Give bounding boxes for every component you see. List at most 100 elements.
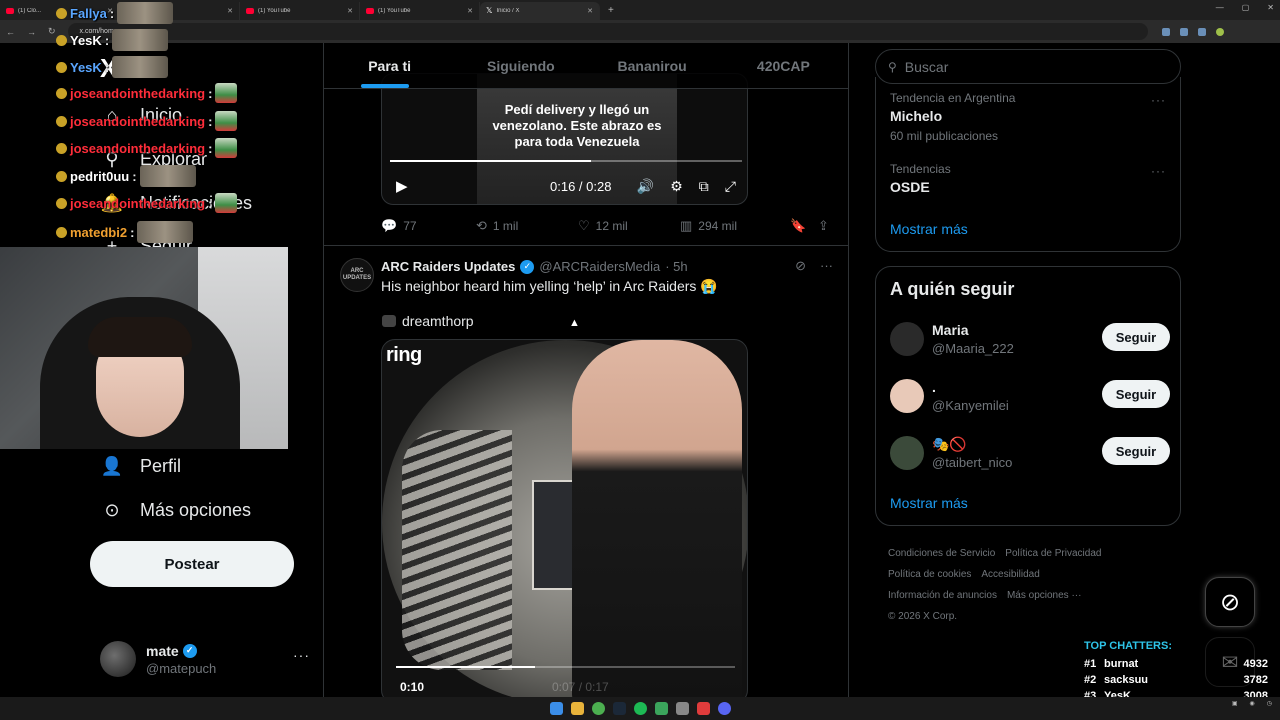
follow-suggestion[interactable]: . @Kanyemilei Seguir (890, 376, 1170, 416)
chat-message: pedrit0uu: (56, 165, 196, 187)
views-button[interactable]: ▥ 294 mil (680, 218, 790, 234)
app-icon[interactable] (675, 702, 689, 715)
like-button[interactable]: ♡ 12 mil (578, 218, 680, 234)
file-explorer-icon[interactable] (570, 702, 584, 715)
play-icon[interactable]: ▶ (396, 177, 408, 195)
spotify-icon[interactable] (633, 702, 647, 715)
browser-tab-active[interactable]: 𝕏 Inicio / X ✕ (480, 2, 600, 20)
avatar[interactable]: ARC UPDATES (340, 258, 374, 292)
sidebar-item-profile[interactable]: 👤 Perfil (100, 456, 181, 477)
tweet-author-name[interactable]: ARC Raiders Updates (381, 259, 515, 274)
tweet-video-player[interactable]: Pedí delivery y llegó un venezolano. Est… (381, 73, 748, 205)
bookmark-button[interactable]: 🔖 (790, 218, 818, 234)
discord-icon[interactable] (717, 702, 731, 715)
new-tab-button[interactable]: + (600, 5, 622, 16)
footer-link[interactable]: Condiciones de Servicio (888, 548, 995, 559)
footer-link[interactable]: Accesibilidad (981, 569, 1039, 580)
follow-button[interactable]: Seguir (1102, 437, 1170, 465)
tab-para-ti[interactable]: Para ti (324, 43, 455, 88)
chat-badge-icon (56, 34, 67, 46)
fullscreen-icon[interactable]: ⤢ (725, 178, 736, 195)
app-icon[interactable] (696, 702, 710, 715)
sidebar-item-label: Perfil (140, 456, 182, 476)
tweet-text: His neighbor heard him yelling ‘help’ in… (381, 278, 718, 294)
follow-button[interactable]: Seguir (1102, 323, 1170, 351)
show-more-link[interactable]: Mostrar más (890, 221, 968, 237)
footer-link[interactable]: Política de Privacidad (1005, 548, 1101, 559)
footer-link[interactable]: Más opciones ··· (1007, 590, 1081, 601)
avatar[interactable] (890, 322, 924, 356)
right-sidebar: Tendencia en Argentina Michelo 60 mil pu… (849, 43, 1280, 720)
more-icon[interactable]: ··· (1151, 93, 1166, 107)
youtube-icon (366, 8, 374, 14)
video-faint-time: 0:07 / 0:17 (552, 680, 609, 694)
steam-icon[interactable] (612, 702, 626, 715)
reload-icon[interactable]: ↻ (48, 26, 56, 37)
more-icon[interactable]: ··· (293, 647, 310, 663)
post-button[interactable]: Postear (90, 541, 294, 587)
tweet-video-player[interactable]: ring 0:10 0:07 / 0:17 (381, 339, 748, 704)
more-icon[interactable]: ··· (820, 258, 833, 274)
verified-badge-icon: ✓ (182, 643, 197, 658)
chat-username: joseandointhedarking (70, 85, 206, 101)
views-icon: ▥ (680, 218, 693, 233)
grok-icon[interactable]: ⊘ (795, 258, 806, 274)
more-icon[interactable]: ··· (1151, 164, 1166, 178)
stream-chat-overlay: Fallya: YesK: YesK: joseandointhedarking… (56, 0, 286, 246)
follow-button[interactable]: Seguir (1102, 380, 1170, 408)
avatar[interactable] (890, 436, 924, 470)
video-credit[interactable]: dreamthorp (382, 313, 474, 329)
video-progress-bar[interactable] (390, 160, 742, 162)
profile-icon[interactable] (1215, 27, 1224, 36)
chrome-icon[interactable] (591, 702, 605, 715)
show-more-link[interactable]: Mostrar más (890, 495, 968, 511)
forward-icon[interactable]: → (27, 27, 36, 37)
back-icon[interactable]: ← (6, 27, 15, 37)
close-tab-icon[interactable]: ✕ (347, 7, 353, 15)
search-placeholder: Buscar (904, 58, 949, 75)
close-window-icon[interactable]: ✕ (1267, 3, 1274, 12)
tab-siguiendo[interactable]: Siguiendo (455, 43, 586, 88)
video-progress-fill (396, 666, 535, 668)
tab-420cap[interactable]: 420CAP (718, 43, 848, 88)
tab-label: (1) YouTube (378, 8, 411, 14)
video-progress-bar[interactable] (396, 666, 735, 668)
minimize-icon[interactable]: — (1216, 3, 1224, 12)
windows-start-icon[interactable] (549, 702, 563, 715)
pip-icon[interactable]: ⧉ (699, 178, 709, 195)
share-button[interactable]: ⇪ (818, 218, 829, 234)
account-switcher[interactable]: mate ✓ @matepuch ··· (100, 637, 310, 681)
settings-icon[interactable]: ⚙ (670, 178, 683, 195)
grok-button[interactable]: ⊘ (1205, 577, 1255, 627)
maximize-icon[interactable]: ▢ (1242, 3, 1250, 12)
repost-icon: ⟲ (476, 218, 487, 233)
avatar[interactable] (890, 379, 924, 413)
extension-icon[interactable] (1197, 27, 1206, 36)
x-icon: 𝕏 (486, 6, 493, 15)
extension-icon[interactable] (1179, 27, 1188, 36)
network-icon[interactable]: ◉ (1250, 700, 1255, 707)
language-indicator-icon[interactable]: ▣ (1232, 700, 1238, 707)
trend-item[interactable]: Tendencias OSDE (890, 162, 951, 195)
clock-icon[interactable]: ◷ (1267, 700, 1272, 707)
tweet-author-handle[interactable]: @ARCRaidersMedia (539, 259, 660, 274)
sidebar-item-more[interactable]: ⊙ Más opciones (100, 500, 251, 521)
sidebar-item-label: Más opciones (140, 500, 252, 520)
close-tab-icon[interactable]: ✕ (467, 7, 473, 15)
follow-suggestion[interactable]: 🎭🚫 @taibert_nico Seguir (890, 433, 1170, 473)
tweet[interactable]: ARC UPDATES ARC Raiders Updates ✓ @ARCRa… (324, 246, 848, 720)
repost-button[interactable]: ⟲ 1 mil (476, 218, 578, 234)
reply-button[interactable]: 💬 77 (381, 218, 476, 234)
footer-link[interactable]: Información de anuncios (888, 590, 997, 601)
app-icon[interactable] (654, 702, 668, 715)
tweet-timestamp[interactable]: · 5h (665, 259, 687, 274)
tab-bananirou[interactable]: Bananirou (587, 43, 718, 88)
trend-item[interactable]: Tendencia en Argentina Michelo 60 mil pu… (890, 91, 1015, 143)
volume-icon[interactable]: 🔊 (637, 178, 654, 195)
extension-icon[interactable] (1161, 27, 1170, 36)
browser-tab[interactable]: (1) YouTube ✕ (360, 2, 480, 20)
close-tab-icon[interactable]: ✕ (587, 7, 593, 15)
search-input[interactable]: ⚲ Buscar (875, 49, 1181, 84)
follow-suggestion[interactable]: Maria @Maaria_222 Seguir (890, 319, 1170, 359)
footer-link[interactable]: Política de cookies (888, 569, 971, 580)
